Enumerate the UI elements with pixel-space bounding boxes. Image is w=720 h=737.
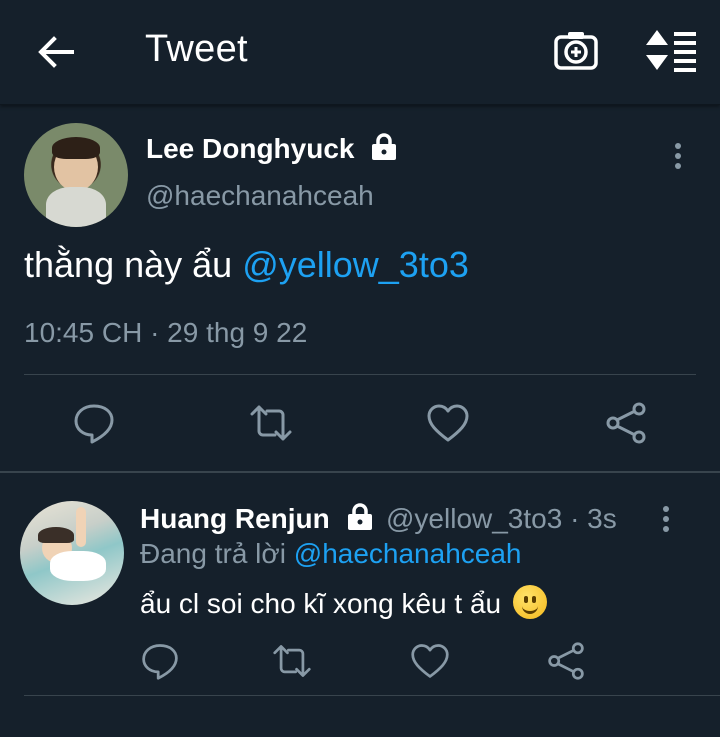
user-handle[interactable]: @haechanahceah <box>146 180 374 212</box>
back-arrow-icon[interactable] <box>34 30 78 74</box>
more-options-icon[interactable] <box>656 505 676 535</box>
like-icon[interactable] <box>426 401 470 445</box>
like-icon[interactable] <box>410 641 450 681</box>
mention-link[interactable]: @haechanahceah <box>294 538 522 569</box>
sort-icon[interactable] <box>644 28 698 72</box>
divider <box>24 695 720 696</box>
lock-icon <box>348 503 372 530</box>
tweet-timestamp: 10:45 CH · 29 thg 9 22 <box>24 317 308 348</box>
reply-text-body: ẩu cl soi cho kĩ xong kêu t ẩu <box>140 588 502 619</box>
retweet-icon[interactable] <box>249 401 293 445</box>
more-options-icon[interactable] <box>668 142 688 172</box>
smiling-face-emoji-icon <box>512 585 547 619</box>
reply-text: ẩu cl soi cho kĩ xong kêu t ẩu <box>140 585 547 620</box>
avatar[interactable] <box>24 123 128 227</box>
camera-icon[interactable] <box>552 28 600 72</box>
share-icon[interactable] <box>604 401 648 445</box>
replying-to: Đang trả lời @haechanahceah <box>140 538 521 570</box>
user-handle-time[interactable]: @yellow_3to3 · 3s <box>386 503 617 535</box>
tweet-text-body: thằng này ẩu <box>24 244 243 285</box>
retweet-icon[interactable] <box>272 641 312 681</box>
tweet-text: thằng này ẩu @yellow_3to3 <box>24 244 469 286</box>
mention-link[interactable]: @yellow_3to3 <box>242 244 469 285</box>
page-title: Tweet <box>145 28 248 70</box>
display-name[interactable]: Huang Renjun <box>140 503 330 535</box>
reply-icon[interactable] <box>140 641 180 681</box>
lock-icon <box>372 133 396 160</box>
divider <box>24 374 696 375</box>
reply-icon[interactable] <box>72 401 116 445</box>
avatar[interactable] <box>20 501 124 605</box>
share-icon[interactable] <box>546 641 586 681</box>
display-name[interactable]: Lee Donghyuck <box>146 133 354 165</box>
top-app-bar: Tweet <box>0 0 720 105</box>
section-divider <box>0 471 720 473</box>
replying-to-label: Đang trả lời <box>140 538 294 569</box>
